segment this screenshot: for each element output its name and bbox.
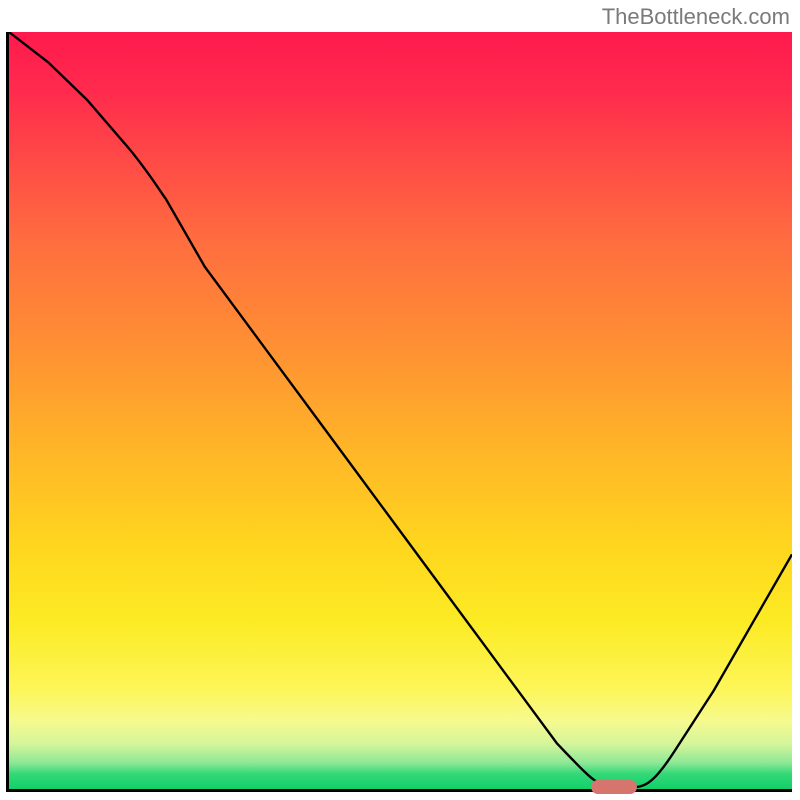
- optimum-marker: [591, 780, 637, 794]
- chart-line-svg: [9, 32, 792, 789]
- chart-plot-area: [6, 32, 792, 792]
- bottleneck-curve-path: [9, 32, 792, 787]
- watermark-text: TheBottleneck.com: [602, 4, 790, 30]
